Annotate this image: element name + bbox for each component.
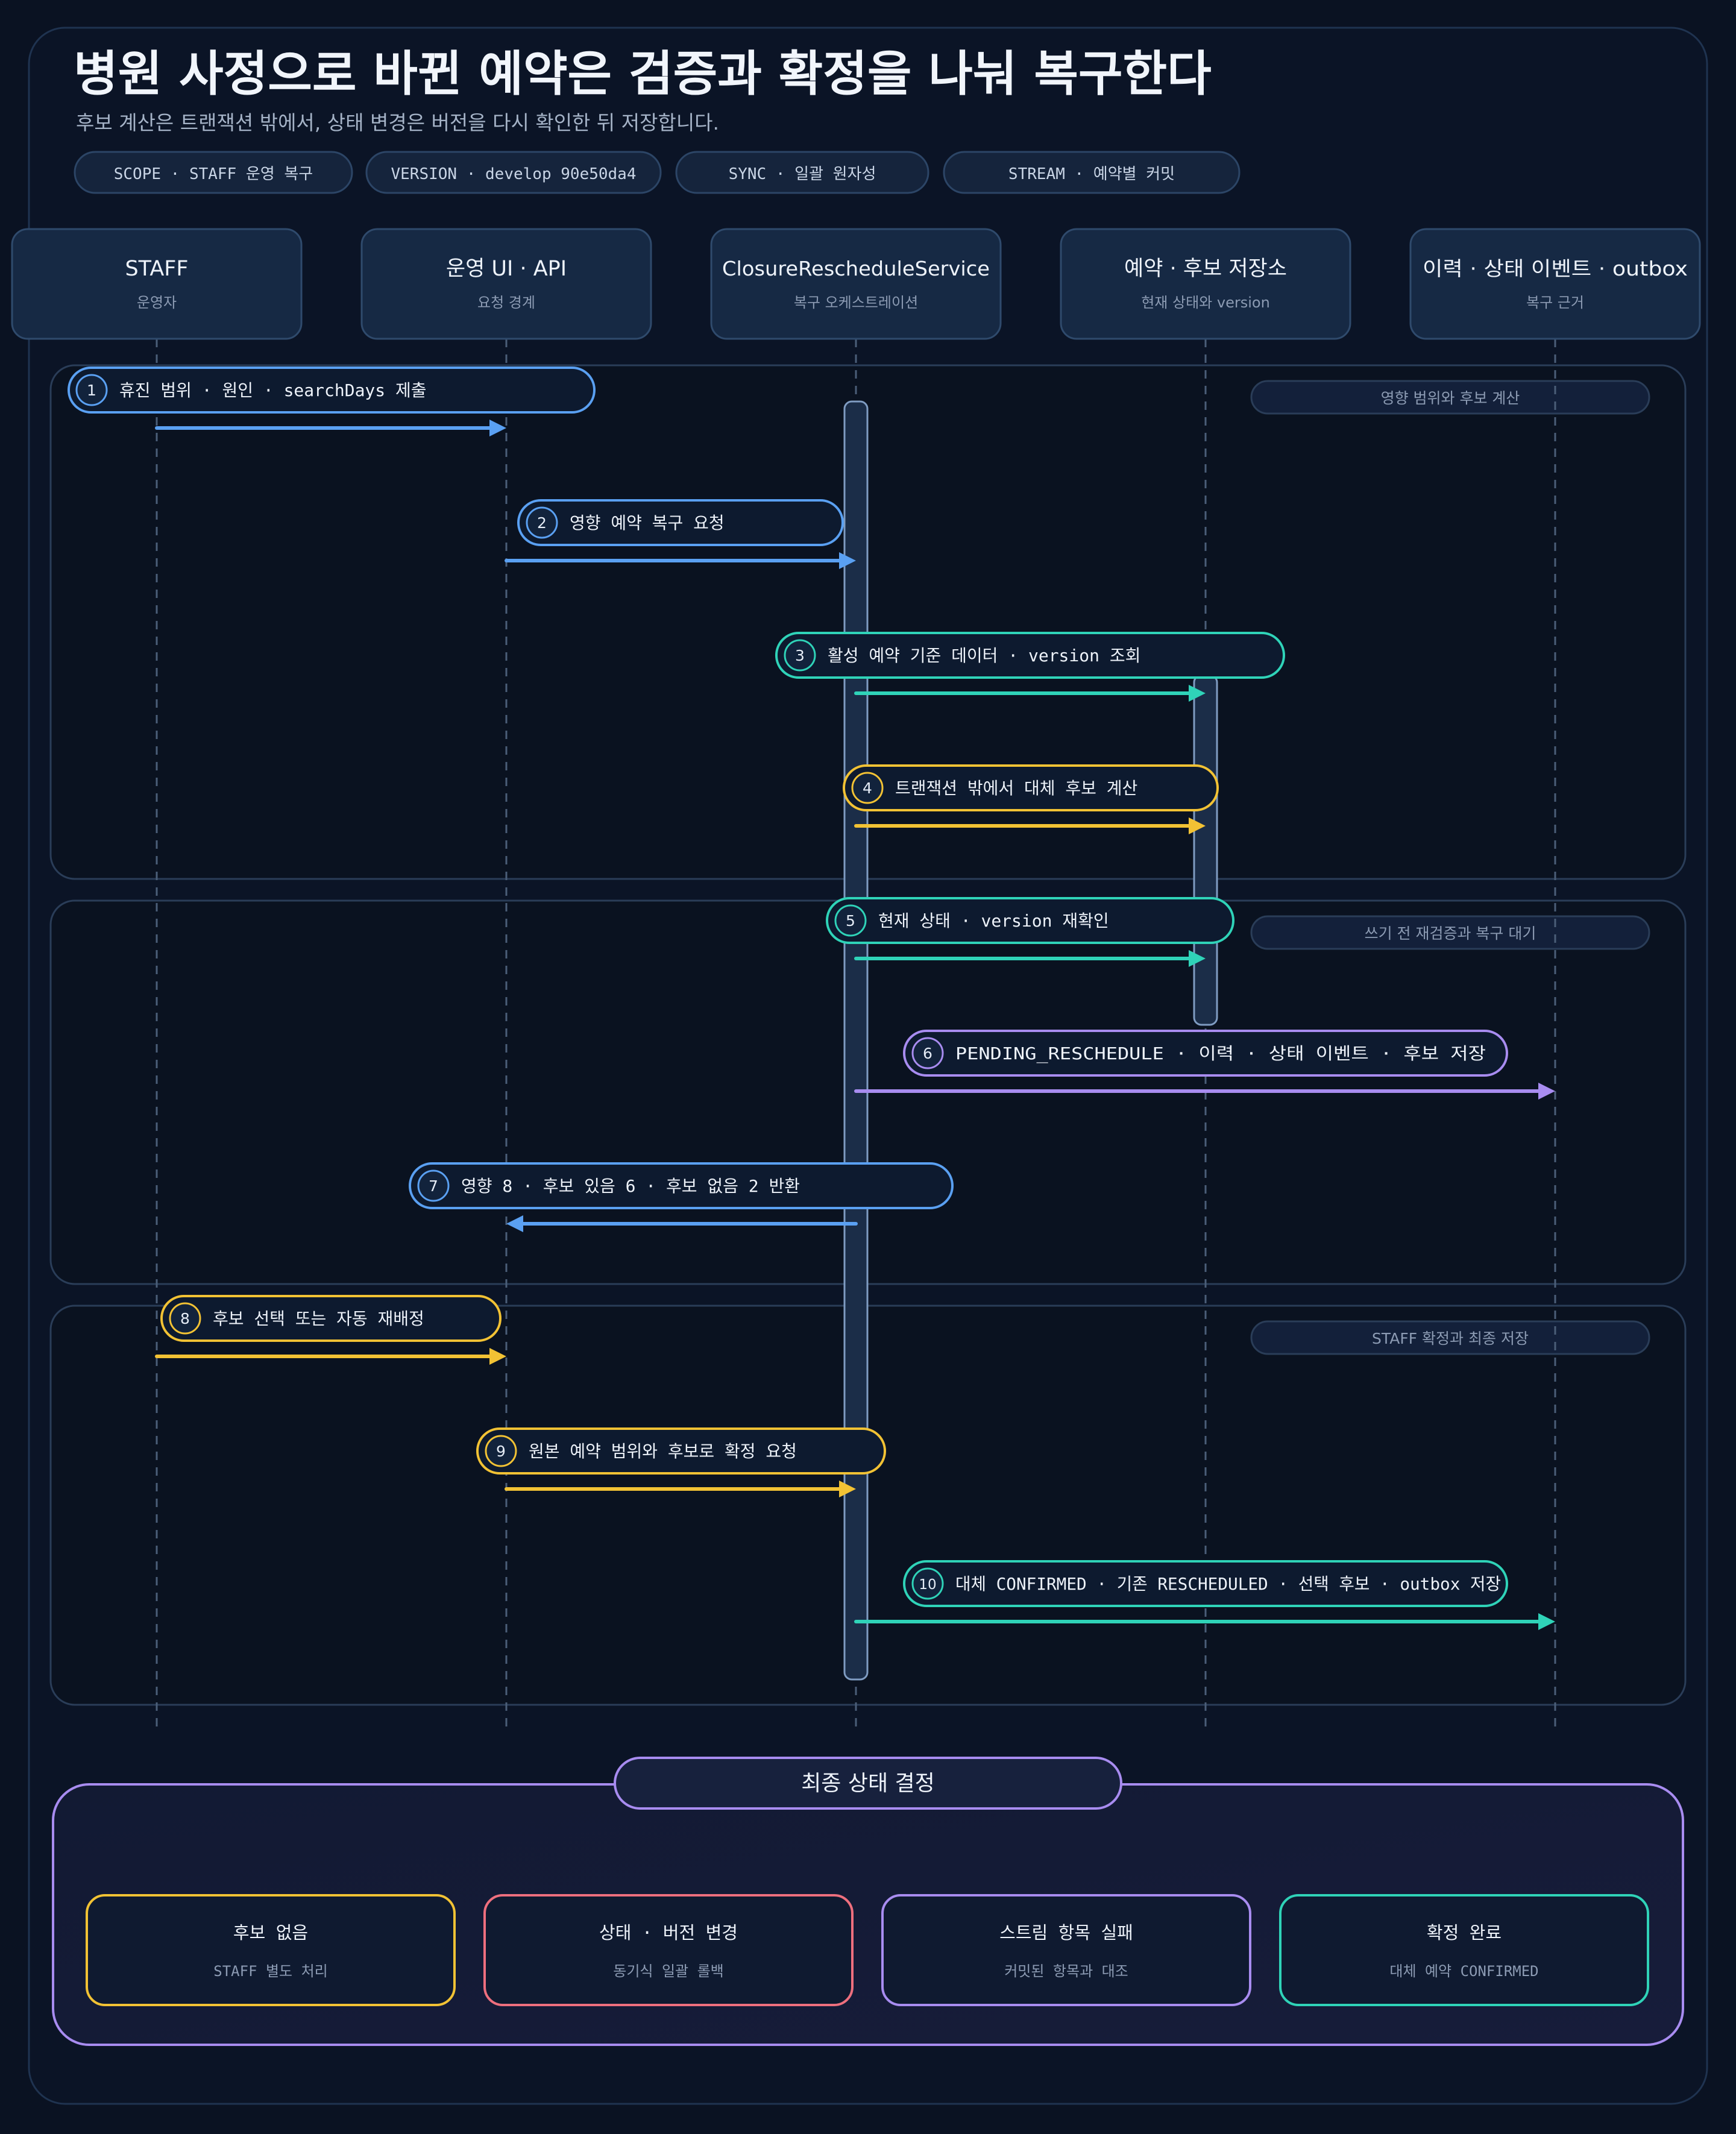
participant-staff-name: STAFF xyxy=(125,257,188,281)
step-label-4: 트랜잭션 밖에서 대체 후보 계산 xyxy=(895,778,1137,798)
chip-sync-label: SYNC · 일괄 원자성 xyxy=(729,165,876,183)
final-card-1 xyxy=(86,1894,456,2006)
participant-staff xyxy=(11,228,303,340)
step-number-5: 5 xyxy=(846,912,855,930)
chip-scope-label: SCOPE · STAFF 운영 복구 xyxy=(114,165,313,183)
step-number-10: 10 xyxy=(919,1577,936,1593)
participant-history-name: 이력 · 상태 이벤트 · outbox xyxy=(1423,257,1688,280)
step-label-3: 활성 예약 기준 데이터 · version 조회 xyxy=(828,646,1140,666)
final-card-3-title: 스트림 항목 실패 xyxy=(999,1922,1133,1943)
step-label-1: 휴진 범위 · 원인 · searchDays 제출 xyxy=(119,380,427,400)
participant-history xyxy=(1409,228,1701,340)
participant-store xyxy=(1060,228,1351,340)
final-card-1-title: 후보 없음 xyxy=(233,1922,308,1943)
step-label-7: 영향 8 · 후보 있음 6 · 후보 없음 2 반환 xyxy=(461,1176,800,1196)
step-number-9: 9 xyxy=(496,1443,506,1460)
phase-tag-3-label: STAFF 확정과 최종 저장 xyxy=(1372,1330,1529,1347)
participant-api-name: 운영 UI · API xyxy=(446,257,567,281)
participant-service xyxy=(710,228,1002,340)
final-card-4 xyxy=(1279,1894,1649,2006)
step-label-6: PENDING_RESCHEDULE · 이력 · 상태 이벤트 · 후보 저장 xyxy=(955,1043,1486,1064)
step-label-2: 영향 예약 복구 요청 xyxy=(570,513,725,533)
step-number-6: 6 xyxy=(923,1045,932,1062)
participant-service-name: ClosureRescheduleService xyxy=(722,257,990,280)
step-number-8: 8 xyxy=(180,1310,190,1327)
step-number-3: 3 xyxy=(795,647,805,664)
final-card-2-sub: 동기식 일괄 롤백 xyxy=(613,1963,723,1980)
final-card-4-sub: 대체 예약 CONFIRMED xyxy=(1389,1963,1538,1980)
final-card-3-sub: 커밋된 항목과 대조 xyxy=(1004,1963,1128,1980)
participant-api-role: 요청 경계 xyxy=(477,294,535,311)
final-card-2 xyxy=(483,1894,854,2006)
page-title: 병원 사정으로 바뀐 예약은 검증과 확정을 나눠 복구한다 xyxy=(74,46,1212,102)
participant-staff-role: 운영자 xyxy=(137,294,177,311)
step-number-1: 1 xyxy=(87,382,96,399)
final-card-1-sub: STAFF 별도 처리 xyxy=(213,1963,327,1980)
step-label-8: 후보 선택 또는 자동 재배정 xyxy=(213,1309,424,1329)
chip-version-label: VERSION · develop 90e50da4 xyxy=(391,165,637,183)
final-card-2-title: 상태 · 버전 변경 xyxy=(599,1922,738,1943)
final-panel-title: 최종 상태 결정 xyxy=(801,1771,935,1796)
participant-store-name: 예약 · 후보 저장소 xyxy=(1124,257,1287,281)
step-number-2: 2 xyxy=(537,514,547,532)
chip-stream-label: STREAM · 예약별 커밋 xyxy=(1008,165,1175,183)
participant-api xyxy=(360,228,652,340)
page-subtitle: 후보 계산은 트랜잭션 밖에서, 상태 변경은 버전을 다시 확인한 뒤 저장합… xyxy=(76,111,719,134)
participant-history-role: 복구 근거 xyxy=(1526,294,1584,311)
phase-tag-2-label: 쓰기 전 재검증과 복구 대기 xyxy=(1365,925,1536,942)
step-label-5: 현재 상태 · version 재확인 xyxy=(878,911,1109,931)
step-label-10: 대체 CONFIRMED · 기존 RESCHEDULED · 선택 후보 · … xyxy=(955,1574,1501,1594)
step-number-7: 7 xyxy=(429,1177,438,1195)
final-state-panel: 최종 상태 결정 후보 없음 STAFF 별도 처리 상태 · 버전 변경 동기… xyxy=(52,1757,1684,2046)
final-card-4-title: 확정 완료 xyxy=(1427,1922,1502,1943)
step-label-9: 원본 예약 범위와 후보로 확정 요청 xyxy=(529,1441,797,1461)
participant-boxes: STAFF 운영자 운영 UI · API 요청 경계 ClosureResch… xyxy=(11,228,1701,340)
final-card-3 xyxy=(881,1894,1251,2006)
participant-store-role: 현재 상태와 version xyxy=(1141,294,1270,311)
step-number-4: 4 xyxy=(863,779,872,797)
phase-tag-1-label: 영향 범위와 후보 계산 xyxy=(1381,389,1520,407)
participant-service-role: 복구 오케스트레이션 xyxy=(794,294,918,311)
activation-store xyxy=(1193,674,1218,1026)
